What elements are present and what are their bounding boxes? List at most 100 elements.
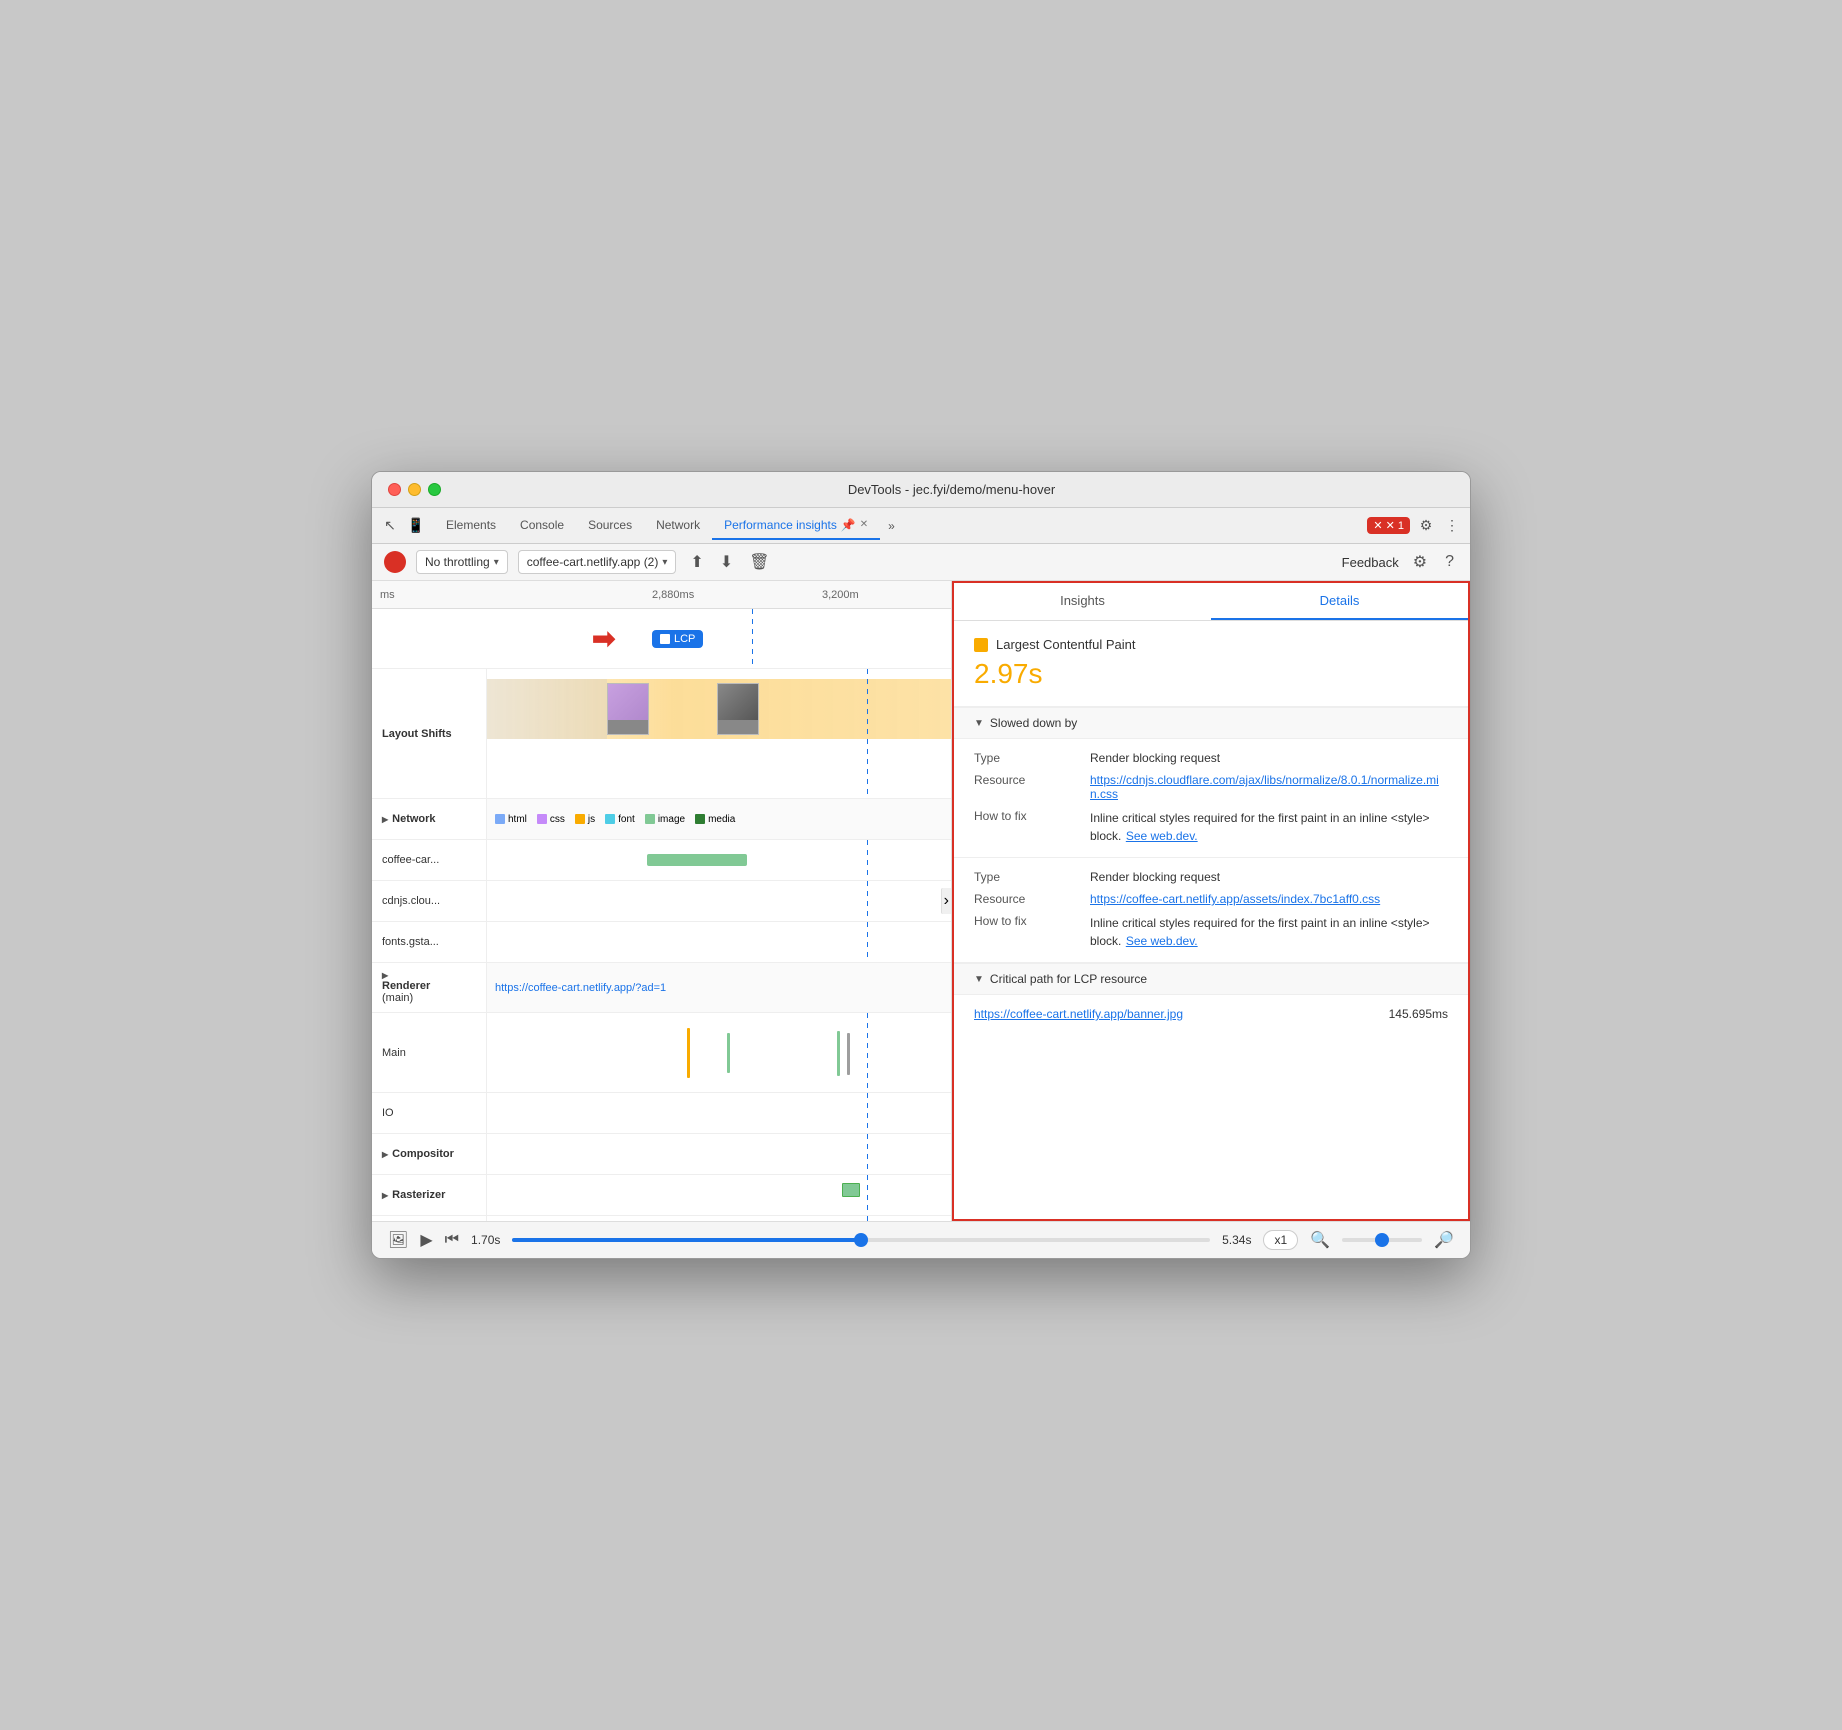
record-button[interactable]: [384, 551, 406, 573]
fix-text-1: Inline critical styles required for the …: [1090, 809, 1448, 845]
renderer-link-content: https://coffee-cart.netlify.app/?ad=1: [487, 963, 951, 1012]
zoom-in-icon[interactable]: 🔎: [1434, 1230, 1454, 1250]
play-icon[interactable]: ▶: [420, 1230, 432, 1250]
fix-link-1[interactable]: See web.dev.: [1126, 829, 1198, 843]
maximize-traffic-light[interactable]: [428, 483, 441, 496]
io-row: IO: [372, 1093, 951, 1134]
delete-icon[interactable]: 🗑: [745, 550, 773, 574]
dashed-line: [752, 609, 753, 668]
lcp-arrow: ➡: [592, 622, 615, 655]
renderer-main-label: Main: [372, 1013, 487, 1092]
critical-path-title: Critical path for LCP resource: [990, 972, 1147, 986]
type-value-1: Render blocking request: [1090, 751, 1448, 765]
timeline-slider[interactable]: [512, 1238, 1210, 1242]
tab-elements[interactable]: Elements: [434, 512, 508, 540]
io-content: [487, 1093, 951, 1133]
renderer-link[interactable]: https://coffee-cart.netlify.app/?ad=1: [495, 982, 666, 994]
tab-sources[interactable]: Sources: [576, 512, 644, 540]
compositor-label: Compositor: [372, 1134, 487, 1174]
legend-image: image: [645, 814, 685, 825]
type-label-1: Type: [974, 751, 1074, 765]
bottom-bar: 🖼 ▶ ⏮ 1.70s 5.34s x1 🔍 🔎: [372, 1221, 1470, 1258]
triangle-down-icon-2: ▼: [974, 974, 984, 985]
dashed-line-rast: [867, 1175, 868, 1215]
resource-label-1: Resource: [974, 773, 1074, 801]
dashed-line-comp: [867, 1134, 868, 1174]
chevron-down-icon: ▾: [494, 557, 499, 568]
resource-link-1[interactable]: https://cdnjs.cloudflare.com/ajax/libs/n…: [1090, 773, 1448, 801]
screenshot-icon[interactable]: 🖼: [388, 1230, 408, 1250]
dashed-line-layout: [867, 669, 868, 798]
toolbar-actions: ⬆ ⬇ 🗑: [686, 550, 773, 574]
network-row-fonts: fonts.gsta...: [372, 922, 951, 963]
renderer-bar-3: [837, 1031, 840, 1076]
expand-arrow[interactable]: ›: [941, 888, 951, 914]
timeline-panel: ms 2,880ms 3,200m ➡ LCP Layout Shifts: [372, 581, 952, 1221]
tab-network[interactable]: Network: [644, 512, 712, 540]
recording-dropdown[interactable]: coffee-cart.netlify.app (2) ▾: [518, 550, 677, 574]
skip-start-icon[interactable]: ⏮: [445, 1231, 459, 1249]
upload-icon[interactable]: ⬆: [686, 550, 707, 574]
settings-icon[interactable]: ⚙: [1416, 516, 1436, 536]
error-icon: ✕: [1373, 519, 1382, 532]
legend-media: media: [695, 814, 735, 825]
critical-path-content: https://coffee-cart.netlify.app/banner.j…: [954, 995, 1468, 1033]
tab-bar: ↖ 📱 Elements Console Sources Network Per…: [372, 508, 1470, 544]
network-legend-content: html css js font image media: [487, 799, 951, 839]
renderer-header-row: Renderer (main) https://coffee-cart.netl…: [372, 963, 951, 1013]
devtools-window: DevTools - jec.fyi/demo/menu-hover ↖ 📱 E…: [371, 471, 1471, 1259]
gear-icon[interactable]: ⚙: [1409, 550, 1431, 574]
tab-insights[interactable]: Insights: [954, 583, 1211, 620]
slowed-down-header: ▼ Slowed down by: [954, 707, 1468, 739]
lcp-badge[interactable]: LCP: [652, 630, 703, 648]
main-content: ms 2,880ms 3,200m ➡ LCP Layout Shifts: [372, 581, 1470, 1221]
tab-performance-insights[interactable]: Performance insights 📌 ✕: [712, 512, 880, 540]
legend-css: css: [537, 814, 565, 825]
feedback-button[interactable]: Feedback: [1342, 555, 1399, 570]
zoom-badge: x1: [1263, 1230, 1298, 1250]
time-marker-3200: 3,200m: [822, 589, 859, 601]
compositor-row: Compositor: [372, 1134, 951, 1175]
tab-details[interactable]: Details: [1211, 583, 1468, 620]
tab-overflow[interactable]: »: [880, 515, 903, 537]
fix-label-2: How to fix: [974, 914, 1074, 950]
gray-block: [487, 679, 607, 739]
time-start: 1.70s: [471, 1233, 500, 1247]
thumbnail-2: [717, 683, 759, 735]
details-tabs: Insights Details: [954, 583, 1468, 621]
dashed-line-cdnjs: [867, 881, 868, 921]
lcp-color-indicator: [974, 638, 988, 652]
pin-icon: 📌: [841, 518, 856, 532]
rasterizer-row-1: Rasterizer: [372, 1175, 951, 1216]
critical-path-link[interactable]: https://coffee-cart.netlify.app/banner.j…: [974, 1007, 1183, 1021]
rasterizer-content-2: [487, 1216, 951, 1221]
resource-label-2: Resource: [974, 892, 1074, 906]
layout-shifts-label: Layout Shifts: [372, 669, 487, 798]
throttling-dropdown[interactable]: No throttling ▾: [416, 550, 508, 574]
zoom-out-icon[interactable]: 🔍: [1310, 1230, 1330, 1250]
minimize-traffic-light[interactable]: [408, 483, 421, 496]
more-icon[interactable]: ⋮: [1442, 516, 1462, 536]
fix-label-1: How to fix: [974, 809, 1074, 845]
title-bar: DevTools - jec.fyi/demo/menu-hover: [372, 472, 1470, 508]
close-traffic-light[interactable]: [388, 483, 401, 496]
legend-html: html: [495, 814, 527, 825]
tab-bar-icons: ↖ 📱: [380, 516, 426, 536]
zoom-slider[interactable]: [1342, 1238, 1422, 1242]
device-icon[interactable]: 📱: [406, 516, 426, 536]
chevron-down-icon: ▾: [662, 557, 667, 568]
critical-path-time: 145.695ms: [1389, 1007, 1448, 1021]
tab-close-icon[interactable]: ✕: [860, 519, 868, 530]
rasterizer-label-2: Rasterizer: [372, 1216, 487, 1221]
compositor-content: [487, 1134, 951, 1174]
resource-link-2[interactable]: https://coffee-cart.netlify.app/assets/i…: [1090, 892, 1448, 906]
download-icon[interactable]: ⬇: [716, 550, 737, 574]
cursor-icon[interactable]: ↖: [380, 516, 400, 536]
rasterizer-label-1: Rasterizer: [372, 1175, 487, 1215]
tab-console[interactable]: Console: [508, 512, 576, 540]
fix-link-2[interactable]: See web.dev.: [1126, 934, 1198, 948]
help-icon[interactable]: ?: [1441, 551, 1458, 573]
dashed-line-io: [867, 1093, 868, 1133]
error-badge[interactable]: ✕ ✕ 1: [1367, 517, 1410, 534]
renderer-bar-1: [687, 1028, 690, 1078]
